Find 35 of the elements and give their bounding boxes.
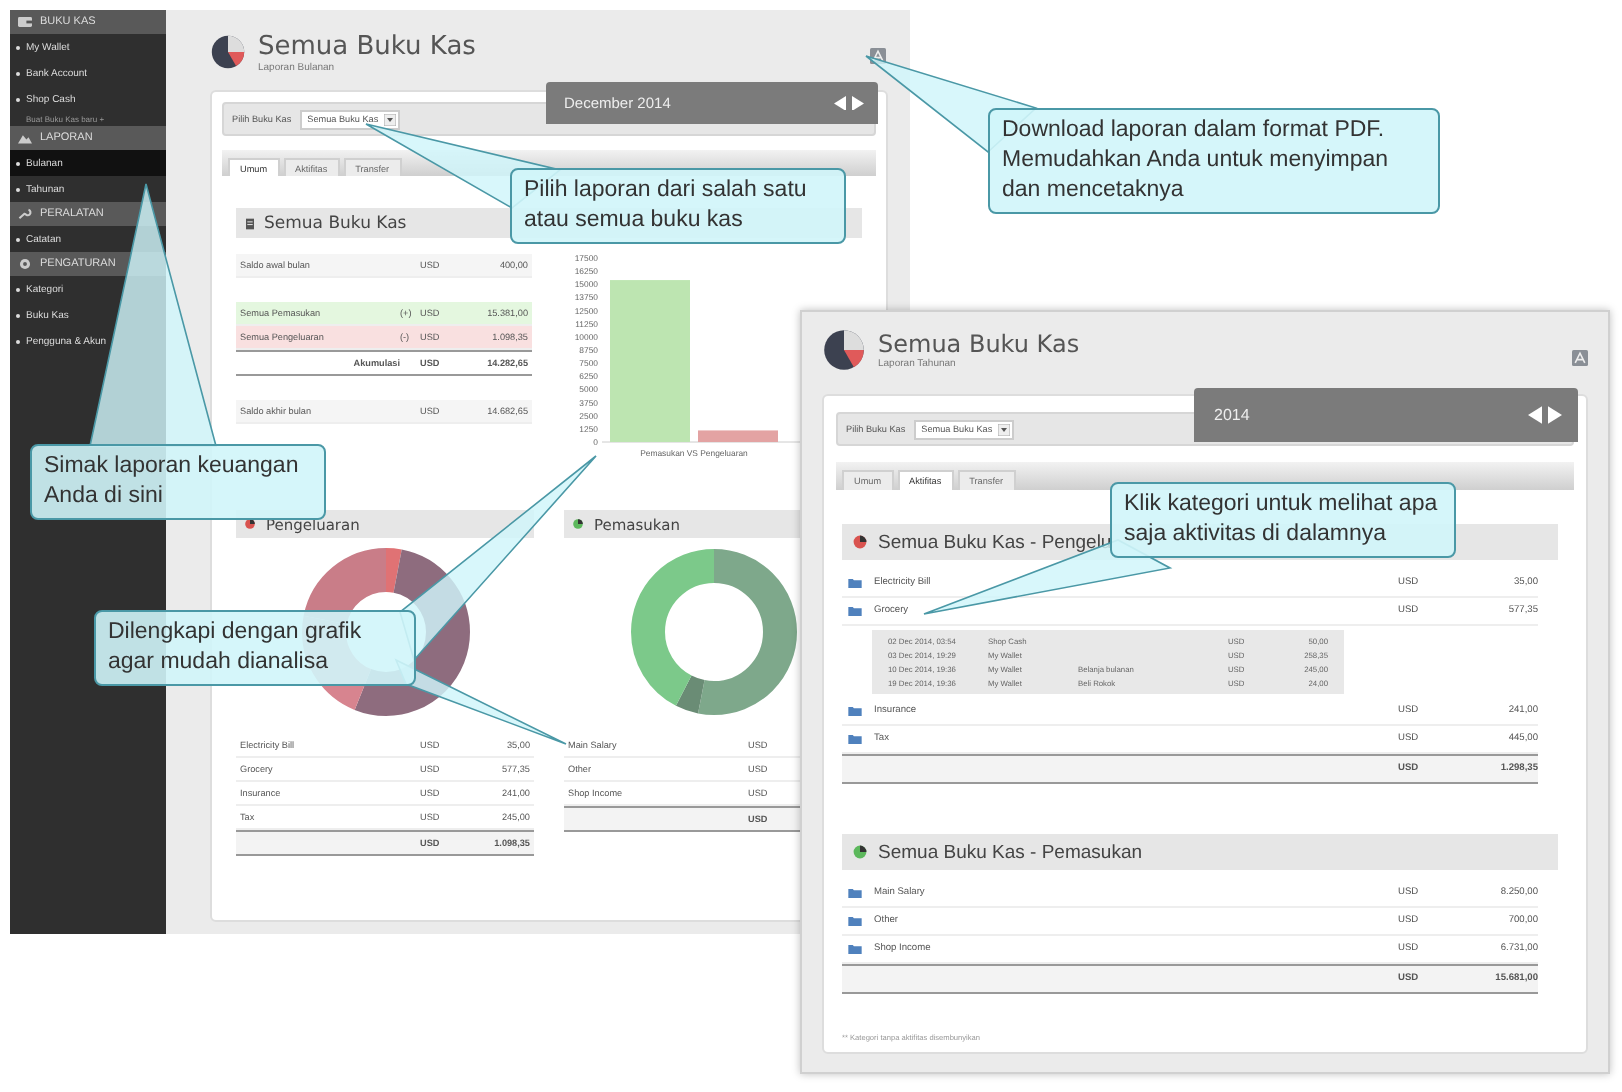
period-label: 2014 xyxy=(1214,406,1250,424)
callout: Download laporan dalam format PDF. Memudahkan Anda untuk menyimpan dan mencetaknya xyxy=(988,108,1440,214)
next-icon[interactable] xyxy=(1548,406,1562,424)
wallet-icon xyxy=(18,16,32,28)
wrench-icon xyxy=(18,208,32,220)
mountain-icon xyxy=(18,132,32,144)
report-title: Semua Buku Kas xyxy=(878,330,1080,358)
callout: Pilih laporan dari salah satu atau semua buku kas xyxy=(510,168,846,244)
folder-icon xyxy=(848,734,862,744)
folder-icon xyxy=(848,578,862,588)
pie-chart-icon xyxy=(852,534,868,550)
pie-chart-icon xyxy=(210,34,246,70)
pie-chart-icon xyxy=(822,328,866,372)
folder-icon xyxy=(848,888,862,898)
section-title: Semua Buku Kas - Pengelu xyxy=(878,531,1112,553)
previous-icon[interactable] xyxy=(1528,406,1542,424)
folder-icon xyxy=(848,916,862,926)
caret-icon xyxy=(998,423,1011,435)
folder-icon xyxy=(848,944,862,954)
pie-chart-icon xyxy=(572,518,584,530)
section-title: Semua Buku Kas - Pemasukan xyxy=(878,841,1143,863)
folder-icon xyxy=(848,606,862,616)
section-title: Semua Buku Kas xyxy=(264,213,407,233)
report-title: Semua Buku Kas xyxy=(258,31,476,61)
previous-icon[interactable] xyxy=(834,95,846,111)
settings-icon xyxy=(18,258,32,270)
callout: Dilengkapi dengan grafik agar mudah dianalisa xyxy=(94,610,416,686)
callout: Klik kategori untuk melihat apa saja aktivitas di dalamnya xyxy=(1110,482,1456,558)
callout: Simak laporan keuangan Anda di sini xyxy=(30,444,326,520)
pie-chart-icon xyxy=(852,844,868,860)
caret-icon xyxy=(384,113,397,125)
pdf-download-icon[interactable] xyxy=(1572,350,1588,366)
folder-icon xyxy=(848,706,862,716)
bar xyxy=(698,430,778,442)
book-icon xyxy=(246,217,254,229)
